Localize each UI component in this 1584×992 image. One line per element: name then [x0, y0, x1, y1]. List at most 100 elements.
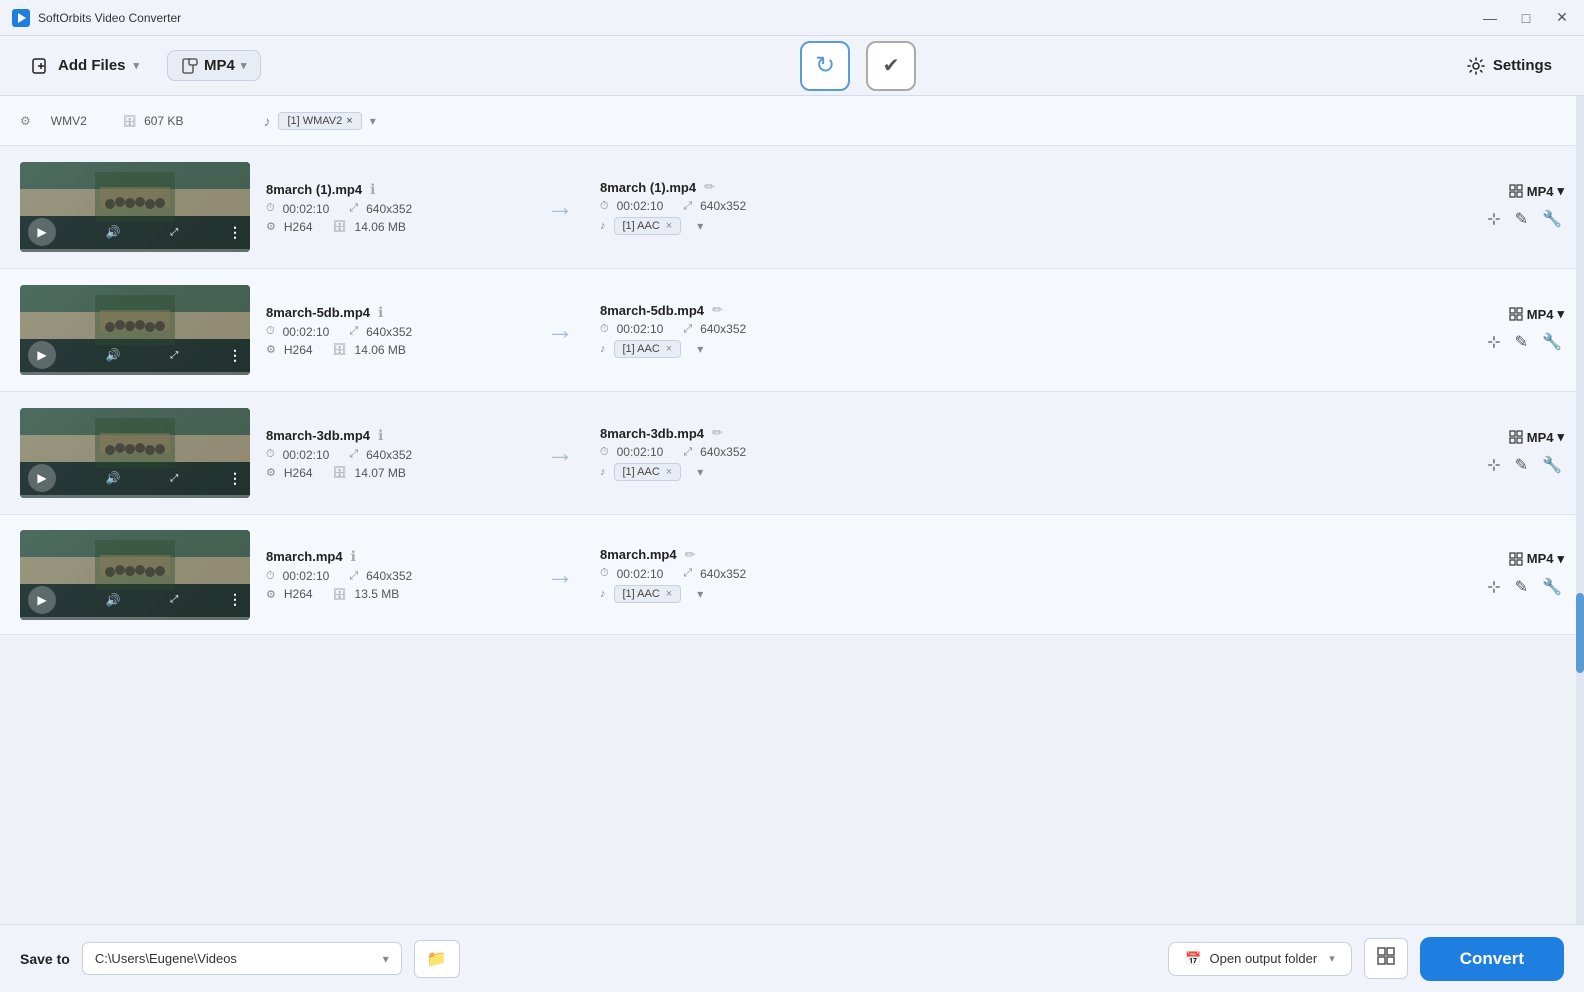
- source-size-0: 14.06 MB: [355, 220, 406, 234]
- thumb-expand-2[interactable]: ⤢: [170, 473, 178, 484]
- output-format-0[interactable]: MP4 ▾: [1509, 183, 1564, 199]
- convert-button[interactable]: Convert: [1420, 937, 1564, 981]
- remove-audio-2[interactable]: ×: [666, 466, 672, 478]
- output-format-2[interactable]: MP4 ▾: [1509, 429, 1564, 445]
- arrow-0: →: [530, 191, 590, 223]
- file-info-3: 8march.mp4 ℹ ⏱ 00:02:10 ⤢ 640x352 ⚙ H264…: [250, 548, 530, 601]
- edit-action-3[interactable]: ✎: [1513, 575, 1530, 599]
- output-resolution-3: 640x352: [700, 567, 746, 581]
- thumbnail-scene-2: [95, 418, 175, 468]
- crop-action-2[interactable]: ⊹: [1485, 453, 1502, 477]
- file-info-icon-2[interactable]: ℹ: [378, 427, 383, 444]
- source-resolution-0: 640x352: [366, 202, 412, 216]
- edit-action-1[interactable]: ✎: [1513, 330, 1530, 354]
- open-output-folder-button[interactable]: 📅 Open output folder ▾: [1168, 942, 1351, 976]
- thumb-volume-1[interactable]: 🔊: [106, 348, 121, 362]
- edit-icon-2[interactable]: ✏: [712, 425, 723, 441]
- add-files-button[interactable]: Add Files ▾: [20, 51, 151, 81]
- tools-action-2[interactable]: 🔧: [1540, 453, 1564, 477]
- browse-folder-button[interactable]: 📁: [414, 940, 460, 978]
- close-button[interactable]: ✕: [1552, 8, 1572, 28]
- out-resize-icon-2: ⤢: [683, 446, 692, 459]
- gear-icon-src-1: ⚙: [266, 343, 276, 356]
- audio-dropdown-1[interactable]: ▾: [697, 342, 703, 356]
- output-filename-0: 8march (1).mp4: [600, 180, 696, 195]
- thumb-menu-3[interactable]: ⋮: [228, 591, 242, 608]
- audio-dropdown-2[interactable]: ▾: [697, 465, 703, 479]
- file-info-icon-0[interactable]: ℹ: [370, 181, 375, 198]
- thumb-volume-3[interactable]: 🔊: [106, 593, 121, 607]
- thumb-play-0[interactable]: ▶: [28, 218, 56, 246]
- thumbnail-0[interactable]: ▶ 🔊 ⤢ ⋮: [20, 162, 250, 252]
- output-format-1[interactable]: MP4 ▾: [1509, 306, 1564, 322]
- output-format-3[interactable]: MP4 ▾: [1509, 551, 1564, 567]
- edit-action-0[interactable]: ✎: [1513, 207, 1530, 231]
- settings-button[interactable]: Settings: [1455, 51, 1564, 81]
- app-icon: [12, 9, 30, 27]
- grid-view-icon: [1377, 947, 1395, 965]
- maximize-button[interactable]: □: [1516, 8, 1536, 28]
- source-filename-0: 8march (1).mp4: [266, 182, 362, 197]
- crop-action-1[interactable]: ⊹: [1485, 330, 1502, 354]
- tools-action-1[interactable]: 🔧: [1540, 330, 1564, 354]
- format-selector-button[interactable]: MP4 ▾: [167, 50, 261, 81]
- db-icon-2: 🗄: [333, 466, 347, 479]
- gear-icon-src-0: ⚙: [266, 220, 276, 233]
- out-music-icon-1: ♪: [600, 343, 606, 355]
- remove-audio-0[interactable]: ×: [666, 220, 672, 232]
- crop-action-3[interactable]: ⊹: [1485, 575, 1502, 599]
- thumb-expand-0[interactable]: ⤢: [170, 227, 178, 238]
- check-icon: ✔: [883, 53, 900, 78]
- out-clock-icon-1: ⏱: [600, 323, 609, 336]
- thumbnail-2[interactable]: ▶ 🔊 ⤢ ⋮: [20, 408, 250, 498]
- grid-toggle-button[interactable]: [1364, 938, 1408, 979]
- partial-format: WMV2: [51, 114, 87, 128]
- source-resolution-3: 640x352: [366, 569, 412, 583]
- crop-action-0[interactable]: ⊹: [1485, 207, 1502, 231]
- remove-audio-3[interactable]: ×: [666, 588, 672, 600]
- thumb-menu-1[interactable]: ⋮: [228, 347, 242, 364]
- app-title: SoftOrbits Video Converter: [38, 11, 1480, 25]
- partial-remove-audio-button[interactable]: ×: [346, 115, 352, 127]
- edit-icon-3[interactable]: ✏: [685, 547, 696, 563]
- save-path-input[interactable]: C:\Users\Eugene\Videos ▾: [82, 942, 402, 975]
- scrollbar-track: [1576, 96, 1584, 924]
- refresh-button[interactable]: ↻: [800, 41, 850, 91]
- thumb-volume-2[interactable]: 🔊: [106, 471, 121, 485]
- path-chevron-icon: ▾: [383, 952, 389, 966]
- thumb-play-1[interactable]: ▶: [28, 341, 56, 369]
- tools-action-0[interactable]: 🔧: [1540, 207, 1564, 231]
- minimize-button[interactable]: —: [1480, 8, 1500, 28]
- source-filename-3: 8march.mp4: [266, 549, 343, 564]
- format-grid-icon-2: [1509, 430, 1523, 444]
- scrollbar-thumb[interactable]: [1576, 593, 1584, 673]
- thumb-expand-3[interactable]: ⤢: [170, 594, 178, 605]
- output-duration-3: 00:02:10: [617, 567, 664, 581]
- add-files-chevron-icon: ▾: [134, 59, 140, 72]
- edit-icon-1[interactable]: ✏: [712, 302, 723, 318]
- thumb-play-2[interactable]: ▶: [28, 464, 56, 492]
- thumb-menu-2[interactable]: ⋮: [228, 470, 242, 487]
- output-duration-2: 00:02:10: [617, 445, 664, 459]
- edit-action-2[interactable]: ✎: [1513, 453, 1530, 477]
- thumbnail-1[interactable]: ▶ 🔊 ⤢ ⋮: [20, 285, 250, 375]
- thumb-expand-1[interactable]: ⤢: [170, 350, 178, 361]
- check-button[interactable]: ✔: [866, 41, 916, 91]
- source-resolution-2: 640x352: [366, 448, 412, 462]
- thumbnail-3[interactable]: ▶ 🔊 ⤢ ⋮: [20, 530, 250, 620]
- file-info-icon-1[interactable]: ℹ: [378, 304, 383, 321]
- resize-icon-0: ⤢: [349, 202, 358, 215]
- audio-dropdown-0[interactable]: ▾: [697, 219, 703, 233]
- out-music-icon-0: ♪: [600, 220, 606, 232]
- clock-icon-0: ⏱: [266, 202, 275, 215]
- thumb-play-3[interactable]: ▶: [28, 586, 56, 614]
- source-size-2: 14.07 MB: [355, 466, 406, 480]
- audio-dropdown-3[interactable]: ▾: [697, 587, 703, 601]
- format-btn-chevron-3: ▾: [1557, 551, 1564, 567]
- remove-audio-1[interactable]: ×: [666, 343, 672, 355]
- file-info-icon-3[interactable]: ℹ: [351, 548, 356, 565]
- tools-action-3[interactable]: 🔧: [1540, 575, 1564, 599]
- edit-icon-0[interactable]: ✏: [704, 179, 715, 195]
- thumb-menu-0[interactable]: ⋮: [228, 224, 242, 241]
- thumb-volume-0[interactable]: 🔊: [106, 225, 121, 239]
